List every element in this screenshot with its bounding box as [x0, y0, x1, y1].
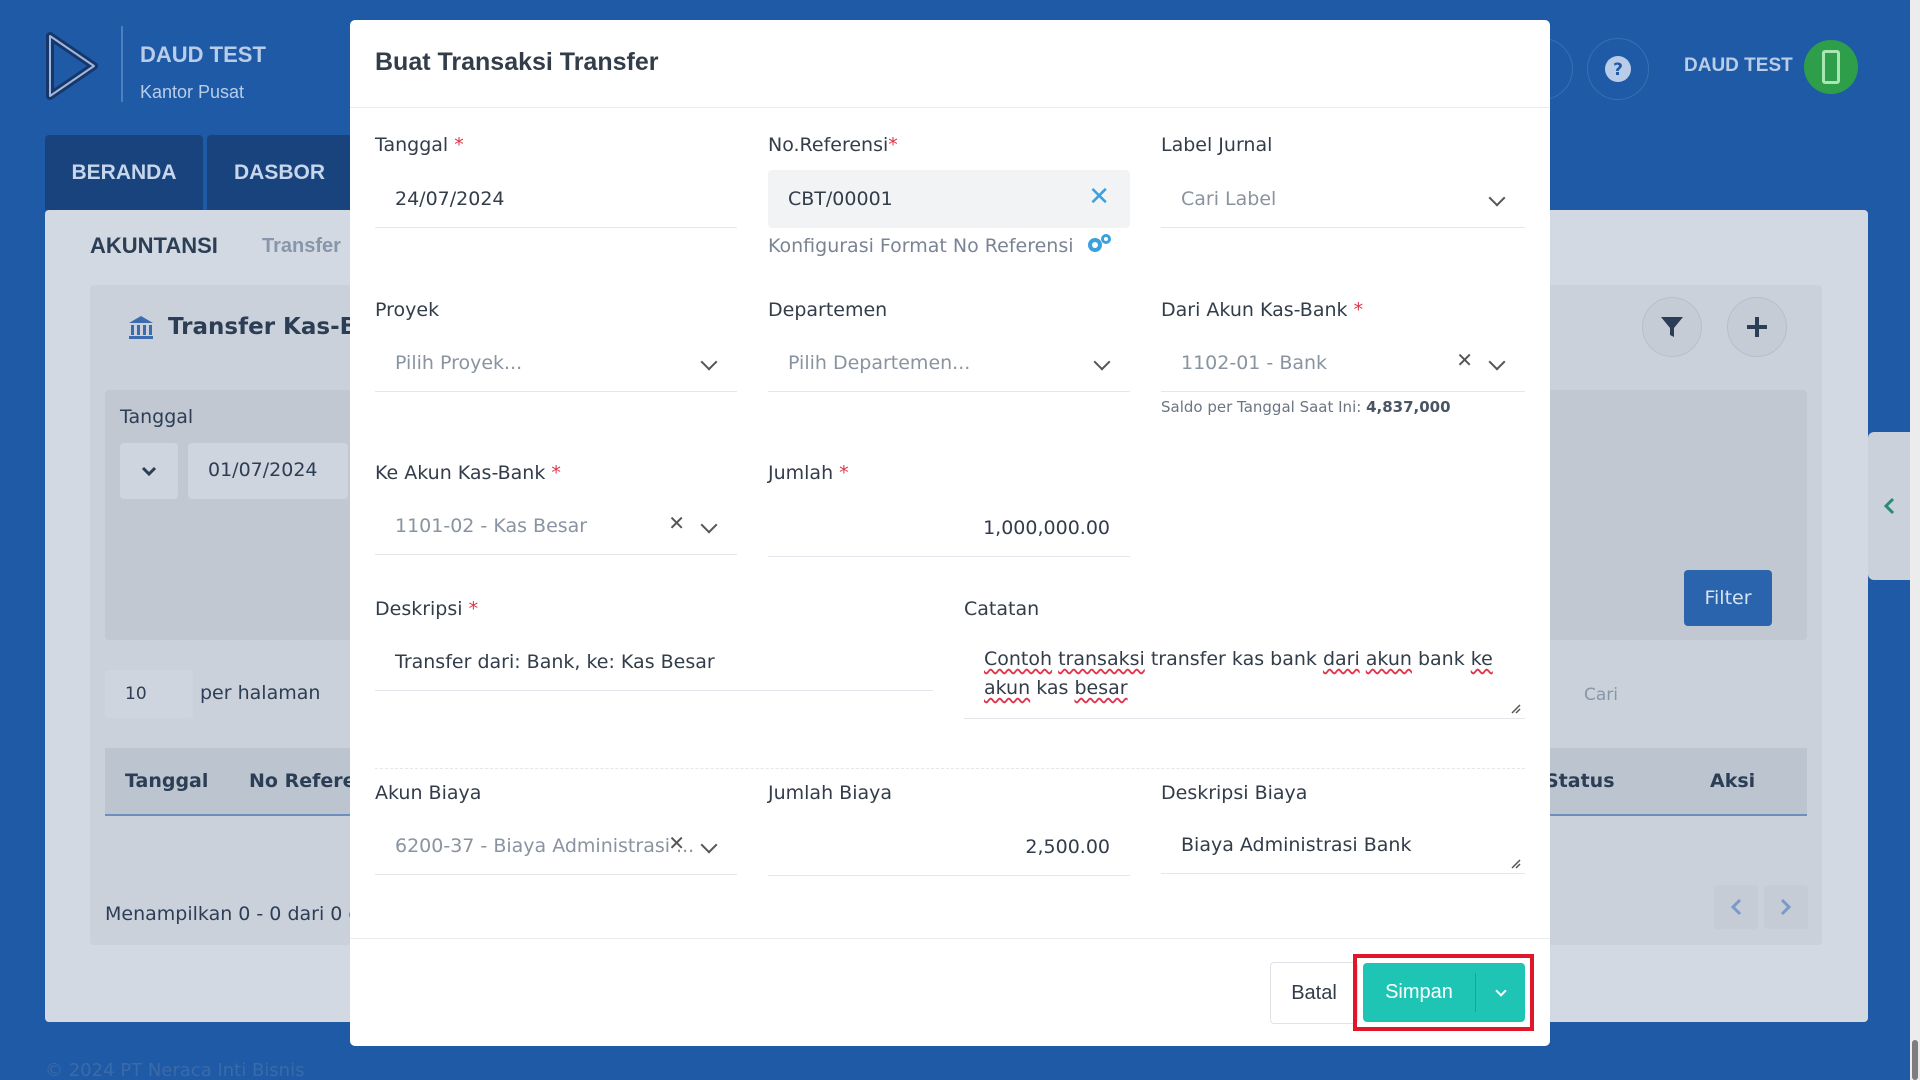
- transfer-modal: Buat Transaksi Transfer Tanggal * 24/07/…: [350, 20, 1550, 1046]
- konfigurasi-format-link[interactable]: Konfigurasi Format No Referensi: [768, 233, 1112, 257]
- departemen-placeholder: Pilih Departemen...: [788, 351, 971, 374]
- label-jurnal-placeholder: Cari Label: [1181, 187, 1277, 210]
- no-referensi-value: CBT/00001: [788, 188, 893, 210]
- app-logo: [46, 32, 98, 100]
- dari-akun-value: 1102-01 - Bank: [1181, 351, 1328, 374]
- svg-text:?: ?: [1613, 60, 1623, 80]
- jumlah-label: Jumlah *: [768, 462, 849, 484]
- label-jurnal-label: Label Jurnal: [1161, 134, 1273, 156]
- scrollbar[interactable]: [1910, 0, 1920, 1080]
- resize-handle-icon[interactable]: [1509, 702, 1521, 714]
- help-icon: ?: [1605, 56, 1631, 82]
- chevron-left-icon: [1883, 497, 1895, 515]
- section-divider: [375, 768, 1525, 769]
- deskripsi-biaya-input[interactable]: Biaya Administrasi Bank: [1161, 816, 1525, 874]
- jumlah-biaya-label: Jumlah Biaya: [768, 782, 893, 804]
- deskripsi-input[interactable]: Transfer dari: Bank, ke: Kas Besar: [375, 633, 933, 691]
- chevron-down-icon: [1488, 189, 1506, 207]
- help-button[interactable]: ?: [1587, 38, 1649, 100]
- per-page-label: per halaman: [200, 682, 321, 704]
- per-page-select[interactable]: 10: [105, 670, 193, 718]
- ke-akun-label: Ke Akun Kas-Bank *: [375, 462, 561, 484]
- phone-icon: [1822, 50, 1840, 84]
- date-dropdown[interactable]: [120, 443, 178, 499]
- ke-akun-select[interactable]: 1101-02 - Kas Besar ✕: [375, 497, 737, 555]
- cancel-button[interactable]: Batal: [1270, 962, 1358, 1024]
- tanggal-input[interactable]: 24/07/2024: [375, 170, 737, 228]
- footer-copyright: © 2024 PT Neraca Inti Bisnis: [45, 1060, 305, 1080]
- catatan-label: Catatan: [964, 598, 1040, 620]
- label-jurnal-select[interactable]: Cari Label: [1161, 170, 1525, 228]
- deskripsi-label: Deskripsi *: [375, 598, 479, 620]
- jumlah-biaya-input[interactable]: 2,500.00: [768, 818, 1130, 876]
- column-status[interactable]: Status: [1545, 770, 1615, 792]
- akun-biaya-value: 6200-37 - Biaya Administrasi ...: [395, 834, 695, 857]
- pagination-info: Menampilkan 0 - 0 dari 0 da: [105, 903, 373, 925]
- side-panel-toggle[interactable]: [1868, 432, 1910, 580]
- avatar[interactable]: [1804, 40, 1858, 94]
- add-button[interactable]: [1727, 297, 1787, 357]
- chevron-right-icon: [1780, 898, 1792, 916]
- next-page-button[interactable]: [1764, 885, 1808, 929]
- column-tanggal[interactable]: Tanggal: [125, 770, 208, 792]
- resize-handle-icon[interactable]: [1509, 857, 1521, 869]
- tab-dasbor[interactable]: DASBOR: [207, 135, 352, 210]
- jumlah-input[interactable]: 1,000,000.00: [768, 499, 1130, 557]
- breadcrumb: AKUNTANSI: [90, 233, 218, 258]
- catatan-textarea[interactable]: Contoh transaksi transfer kas bank dari …: [964, 645, 1525, 719]
- saldo-info: Saldo per Tanggal Saat Ini: 4,837,000: [1161, 398, 1451, 416]
- chevron-down-icon: [700, 516, 718, 534]
- column-aksi: Aksi: [1710, 770, 1756, 792]
- clear-icon[interactable]: ✕: [668, 511, 685, 535]
- brand-name: DAUD TEST: [140, 42, 266, 67]
- filter-date-label: Tanggal: [120, 406, 194, 428]
- search-input[interactable]: Cari: [1584, 685, 1618, 705]
- gears-icon: [1087, 234, 1111, 252]
- dari-akun-label: Dari Akun Kas-Bank *: [1161, 299, 1364, 321]
- scrollbar-thumb[interactable]: [1912, 1040, 1918, 1080]
- no-referensi-input[interactable]: CBT/00001 ✕: [768, 170, 1130, 228]
- bank-icon: [128, 314, 154, 340]
- clear-icon[interactable]: ✕: [1088, 182, 1110, 212]
- tab-beranda[interactable]: BERANDA: [45, 135, 203, 210]
- chevron-left-icon: [1730, 898, 1742, 916]
- dari-akun-select[interactable]: 1102-01 - Bank ✕: [1161, 334, 1525, 392]
- breadcrumb-current[interactable]: Transfer: [262, 235, 341, 258]
- clear-icon[interactable]: ✕: [668, 831, 685, 855]
- tanggal-label: Tanggal *: [375, 134, 464, 156]
- modal-header: Buat Transaksi Transfer: [350, 20, 1550, 108]
- filter-button[interactable]: Filter: [1684, 570, 1772, 626]
- deskripsi-biaya-value: Biaya Administrasi Bank: [1181, 833, 1412, 856]
- ke-akun-value: 1101-02 - Kas Besar: [395, 514, 588, 537]
- departemen-select[interactable]: Pilih Departemen...: [768, 334, 1130, 392]
- modal-title: Buat Transaksi Transfer: [375, 48, 659, 76]
- akun-biaya-label: Akun Biaya: [375, 782, 482, 804]
- proyek-select[interactable]: Pilih Proyek...: [375, 334, 737, 392]
- highlight-box: [1353, 954, 1534, 1031]
- brand-divider: [121, 26, 123, 102]
- chevron-down-icon: [700, 836, 718, 854]
- no-referensi-label: No.Referensi*: [768, 134, 898, 156]
- funnel-icon: [1661, 317, 1683, 337]
- akun-biaya-select[interactable]: 6200-37 - Biaya Administrasi ... ✕: [375, 817, 737, 875]
- proyek-label: Proyek: [375, 299, 440, 321]
- prev-page-button[interactable]: [1714, 885, 1758, 929]
- card-title: Transfer Kas-Ba: [168, 314, 373, 340]
- chevron-down-icon: [1093, 353, 1111, 371]
- chevron-down-icon: [141, 466, 157, 477]
- clear-icon[interactable]: ✕: [1456, 348, 1473, 372]
- chevron-down-icon: [700, 353, 718, 371]
- departemen-label: Departemen: [768, 299, 888, 321]
- filter-date-input[interactable]: 01/07/2024: [188, 443, 348, 499]
- user-name[interactable]: DAUD TEST: [1684, 55, 1793, 77]
- filter-toggle-button[interactable]: [1642, 297, 1702, 357]
- branch-name: Kantor Pusat: [140, 82, 245, 102]
- plus-icon: [1747, 317, 1767, 337]
- proyek-placeholder: Pilih Proyek...: [395, 351, 523, 374]
- deskripsi-biaya-label: Deskripsi Biaya: [1161, 782, 1308, 804]
- chevron-down-icon: [1488, 353, 1506, 371]
